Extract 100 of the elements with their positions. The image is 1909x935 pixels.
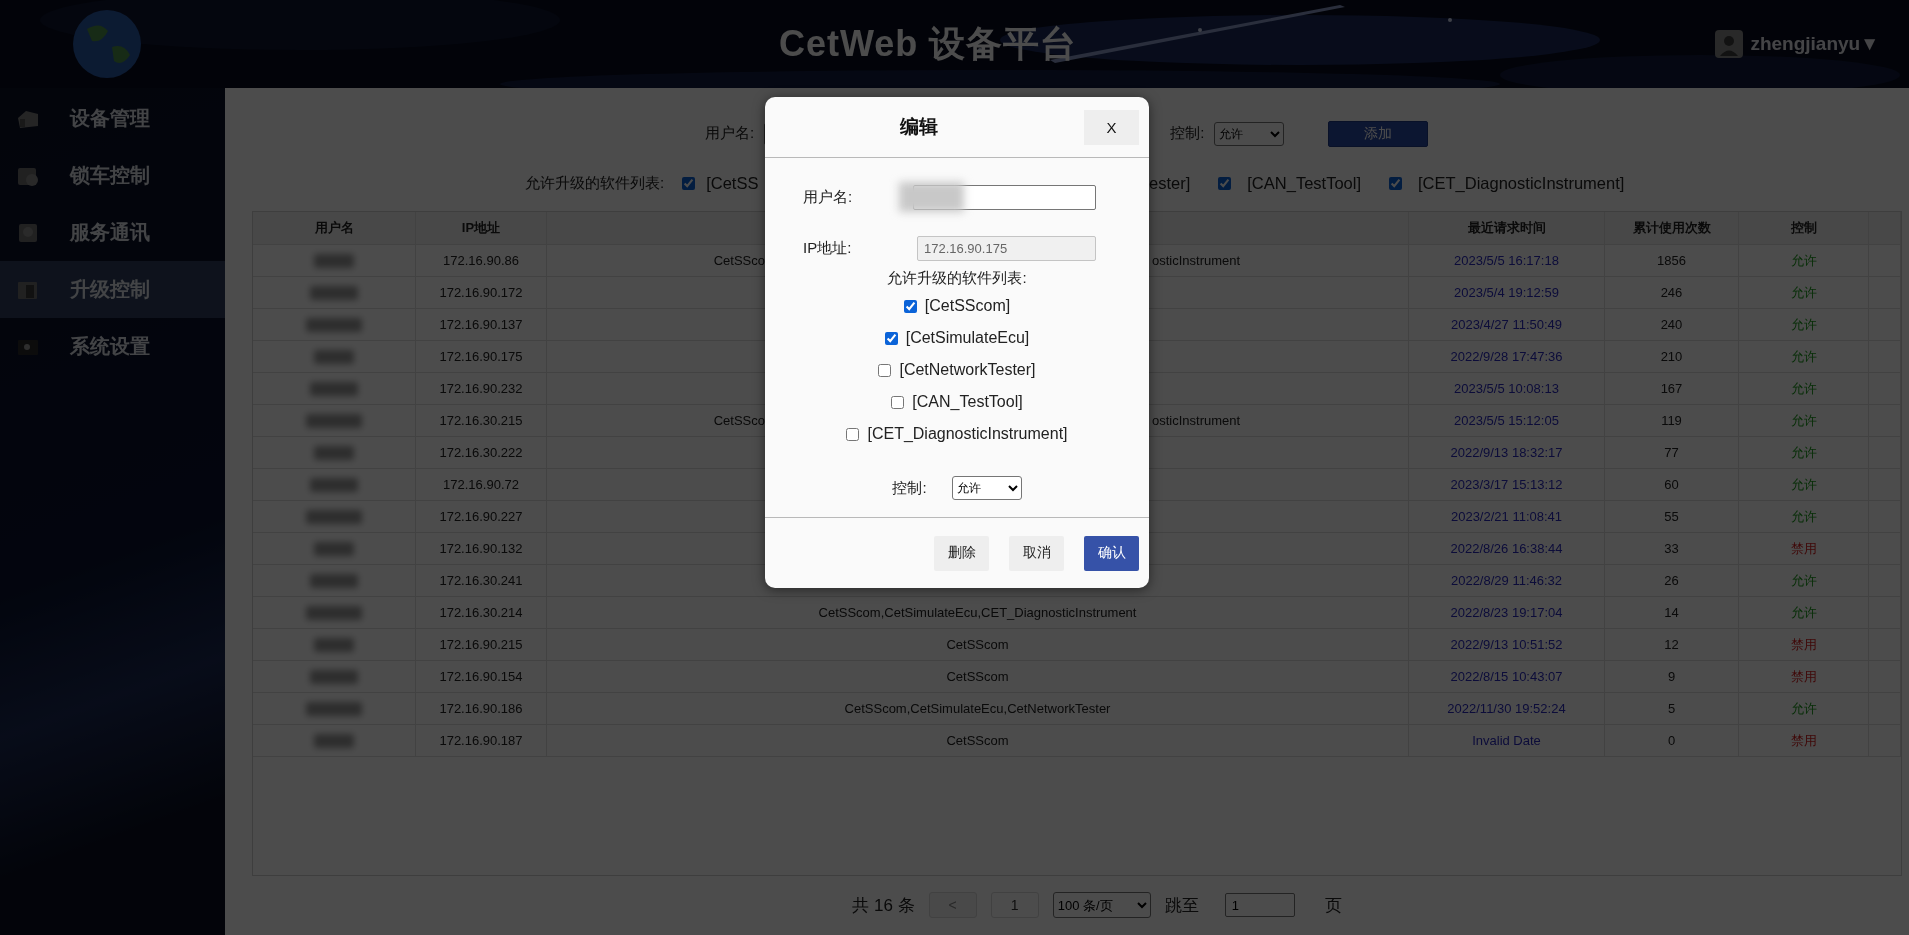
table-cell: 2022/8/23 19:17:04 <box>1450 605 1563 621</box>
table-cell: 172.16.90.132 <box>439 541 523 557</box>
table-cell: 5 <box>1667 701 1676 717</box>
table-cell: 33 <box>1664 541 1679 557</box>
table-cell: 26 <box>1664 573 1679 589</box>
table-cell: 2023/2/21 11:08:41 <box>1450 509 1563 525</box>
table-cell: CetSScom <box>946 637 1009 653</box>
site-title: CetWeb 设备平台 <box>779 21 1078 66</box>
column-header: 用户名 <box>314 219 354 238</box>
status-text: 允许 <box>1790 507 1817 526</box>
table-cell: 240 <box>1660 317 1683 333</box>
table-cell: 172.16.30.241 <box>439 573 523 589</box>
dialog-button[interactable]: 取消 <box>1009 535 1064 571</box>
checkbox[interactable] <box>884 331 898 345</box>
table-cell: 172.16.30.215 <box>439 413 523 429</box>
checkbox-label: ester] <box>1149 173 1191 193</box>
table-cell: 2023/4/27 11:50:49 <box>1450 317 1563 333</box>
checkbox-label: [CET_DiagnosticInstrument] <box>1418 173 1625 193</box>
control-select[interactable]: 允许 <box>951 476 1022 500</box>
table-cell: 172.16.90.227 <box>439 509 523 525</box>
checkbox[interactable] <box>891 395 905 409</box>
table-cell: 172.16.90.154 <box>439 669 523 685</box>
close-button[interactable]: X <box>1084 109 1139 145</box>
column-header: 累计使用次数 <box>1632 219 1711 238</box>
field-label: IP地址: <box>803 239 853 258</box>
table-cell: 2022/8/26 16:38:44 <box>1450 541 1563 557</box>
table-cell: CetSSco <box>713 413 765 429</box>
status-text: 允许 <box>1790 283 1817 302</box>
confirm-button[interactable]: 确认 <box>1084 535 1139 571</box>
table-cell: 2023/3/17 15:13:12 <box>1450 477 1563 493</box>
blurred-text <box>899 182 964 212</box>
status-text: 禁用 <box>1790 635 1817 654</box>
field-label: 控制: <box>892 478 927 498</box>
table-cell: CetSScom,CetSimulateEcu,CET_DiagnosticInstrument <box>818 605 1137 621</box>
field-label: 用户名: <box>803 188 854 207</box>
table-cell: 2022/8/29 11:46:32 <box>1450 573 1563 589</box>
status-text: 允许 <box>1790 347 1817 366</box>
table-cell: 172.16.90.215 <box>439 637 523 653</box>
checkbox[interactable] <box>846 427 860 441</box>
table-cell: CetSScom <box>946 733 1009 749</box>
table-cell: 2022/9/13 18:32:17 <box>1450 445 1563 461</box>
field-label: 控制: <box>1170 124 1205 144</box>
status-text: 禁用 <box>1790 539 1817 558</box>
table-cell: 2022/9/28 17:47:36 <box>1450 349 1563 365</box>
field-label: 允许升级的软件列表: <box>525 173 665 193</box>
column-header: 控制 <box>1790 219 1817 238</box>
status-text: 允许 <box>1790 315 1817 334</box>
total-count: 共 16 条 <box>852 894 915 917</box>
table-cell: CetSScom <box>946 669 1009 685</box>
table-cell: 172.16.90.186 <box>439 701 523 717</box>
table-cell: 172.16.90.137 <box>439 317 523 333</box>
table-cell: 2023/5/5 15:12:05 <box>1454 413 1559 429</box>
table-cell: 172.16.90.172 <box>439 285 523 301</box>
table-cell: 60 <box>1664 477 1679 493</box>
table-cell: 172.16.30.222 <box>439 445 523 461</box>
dialog-button[interactable]: 删除 <box>934 535 989 571</box>
field-label: 用户名: <box>705 124 755 144</box>
table-cell: 172.16.30.214 <box>439 605 523 621</box>
checkbox-label: [CAN_TestTool] <box>912 393 1023 411</box>
table-cell: 0 <box>1667 733 1676 749</box>
table-cell: Invalid Date <box>1472 733 1541 749</box>
status-text: 允许 <box>1790 571 1817 590</box>
table-cell: 2022/11/30 19:52:24 <box>1447 701 1566 717</box>
table-cell: 55 <box>1664 509 1679 525</box>
status-text: 禁用 <box>1790 667 1817 686</box>
table-cell: 167 <box>1660 381 1683 397</box>
table-cell: 172.16.90.175 <box>439 349 523 365</box>
checkbox-label: [CetSimulateEcu] <box>905 329 1030 347</box>
table-cell: 172.16.90.72 <box>443 477 519 493</box>
checkbox-label: [CetSScom] <box>924 297 1011 315</box>
column-header: 最近请求时间 <box>1467 219 1546 238</box>
table-cell: 77 <box>1664 445 1679 461</box>
page-label: 页 <box>1324 894 1342 917</box>
status-text: 允许 <box>1790 475 1817 494</box>
checkbox-label: [CetSS <box>706 173 759 193</box>
table-cell: 2023/5/4 19:12:59 <box>1454 285 1559 301</box>
table-cell: 119 <box>1661 413 1682 429</box>
table-cell: 2023/5/5 16:17:18 <box>1454 253 1559 269</box>
table-cell: 172.16.90.187 <box>439 733 523 749</box>
table-cell: 12 <box>1664 637 1679 653</box>
table-cell: 2023/5/5 10:08:13 <box>1454 381 1559 397</box>
table-cell: 172.16.90.86 <box>443 253 519 269</box>
checkbox[interactable] <box>878 363 892 377</box>
status-text: 允许 <box>1790 251 1817 270</box>
dialog-title: 编辑 <box>900 115 938 139</box>
table-cell: CetSScom,CetSimulateEcu,CetNetworkTester <box>844 701 1111 717</box>
status-text: 允许 <box>1790 443 1817 462</box>
table-cell: osticInstrument <box>1152 253 1241 269</box>
table-cell: CetSSco <box>713 253 765 269</box>
status-text: 允许 <box>1790 379 1817 398</box>
table-cell: 9 <box>1667 669 1676 685</box>
checkbox-label: [CetNetworkTester] <box>899 361 1036 379</box>
table-cell: 2022/9/13 10:51:52 <box>1450 637 1563 653</box>
checkbox-label: [CET_DiagnosticInstrument] <box>867 425 1068 443</box>
table-cell: 172.16.90.232 <box>439 381 523 397</box>
table-cell: 246 <box>1660 285 1683 301</box>
jump-label: 跳至 <box>1164 894 1199 917</box>
table-cell: 2022/8/15 10:43:07 <box>1450 669 1563 685</box>
checkbox[interactable] <box>903 299 917 313</box>
checkbox-label: [CAN_TestTool] <box>1247 173 1361 193</box>
